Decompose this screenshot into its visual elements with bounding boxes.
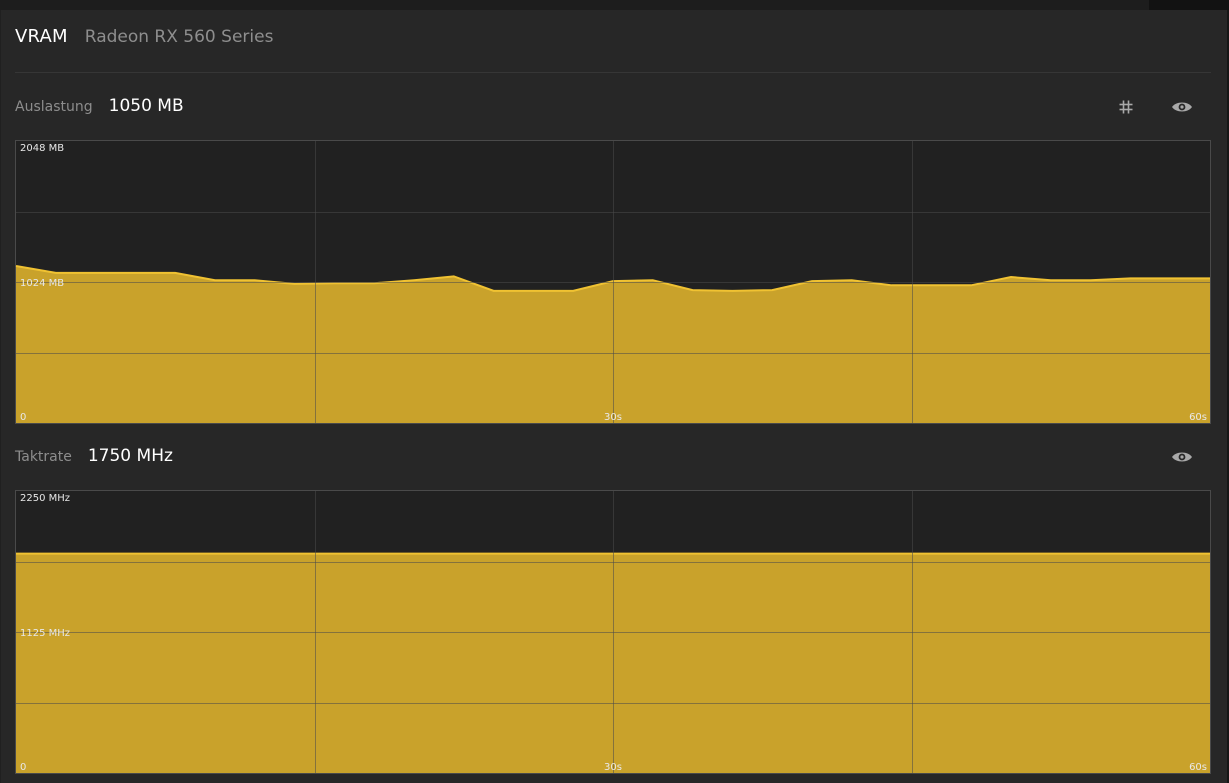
y-mid-label: 1125 MHz: [20, 628, 70, 639]
clock-label: Taktrate: [15, 449, 72, 465]
usage-value: 1050 MB: [108, 96, 184, 116]
usage-chart: 2048 MB 1024 MB 0 30s 60s: [15, 140, 1211, 424]
hash-icon[interactable]: [1114, 95, 1138, 119]
x-tick-label: 30s: [604, 762, 622, 773]
panel-header: VRAM Radeon RX 560 Series: [15, 26, 273, 52]
y-max-label: 2250 MHz: [20, 493, 70, 504]
clock-value: 1750 MHz: [87, 446, 173, 466]
x-tick-label: 60s: [1189, 762, 1207, 773]
top-strip: [0, 0, 1229, 10]
x-tick-label: 0: [20, 762, 26, 773]
top-strip-corner: [1149, 0, 1229, 10]
device-name: Radeon RX 560 Series: [84, 27, 274, 47]
x-tick-label: 60s: [1189, 412, 1207, 423]
x-tick-label: 30s: [604, 412, 622, 423]
clock-chart-svg: 2250 MHz 1125 MHz 0 30s 60s: [15, 490, 1211, 774]
y-mid-label: 1024 MB: [20, 278, 64, 289]
y-max-label: 2048 MB: [20, 143, 64, 154]
clock-row: Taktrate 1750 MHz: [15, 446, 173, 470]
usage-label: Auslastung: [15, 99, 93, 115]
clock-chart: 2250 MHz 1125 MHz 0 30s 60s: [15, 490, 1211, 774]
x-tick-label: 0: [20, 412, 26, 423]
usage-row: Auslastung 1050 MB: [15, 96, 184, 120]
header-divider: [15, 72, 1211, 73]
eye-icon[interactable]: [1170, 445, 1194, 469]
vram-panel: VRAM Radeon RX 560 Series Auslastung 105…: [0, 10, 1229, 783]
panel-title: VRAM: [15, 26, 68, 47]
eye-icon[interactable]: [1170, 95, 1194, 119]
usage-chart-svg: 2048 MB 1024 MB 0 30s 60s: [15, 140, 1211, 424]
